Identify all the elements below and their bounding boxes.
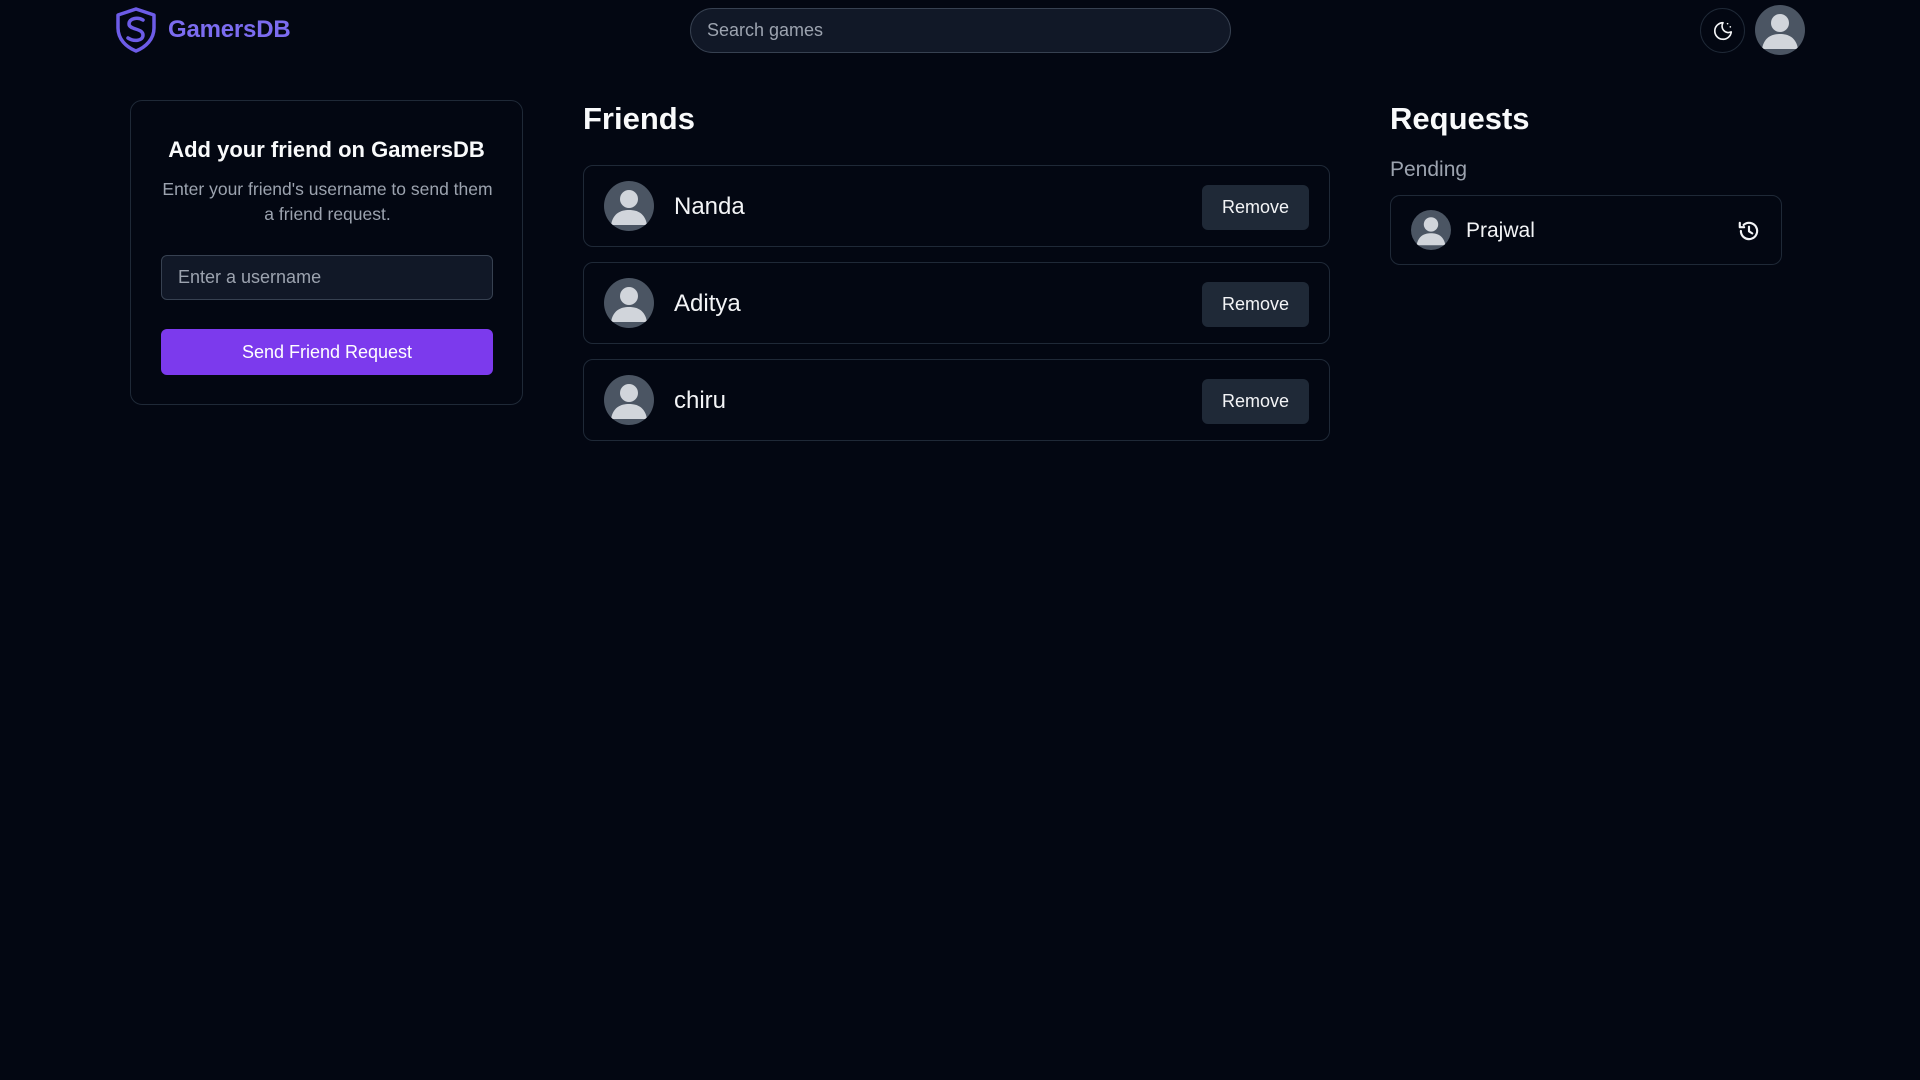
shield-icon xyxy=(116,7,156,53)
send-friend-request-button[interactable]: Send Friend Request xyxy=(161,329,493,375)
user-avatar-icon xyxy=(611,384,647,419)
add-friend-card: Add your friend on GamersDB Enter your f… xyxy=(130,100,523,405)
request-name: Prajwal xyxy=(1466,219,1535,242)
remove-friend-button[interactable]: Remove xyxy=(1202,185,1309,230)
avatar xyxy=(1411,210,1451,250)
remove-friend-button[interactable]: Remove xyxy=(1202,282,1309,327)
username-input[interactable] xyxy=(161,255,493,300)
search-input[interactable] xyxy=(690,8,1231,53)
user-avatar-icon xyxy=(611,287,647,322)
friend-name: Aditya xyxy=(674,290,741,317)
friend-row: chiru Remove xyxy=(583,359,1330,441)
user-avatar-icon xyxy=(1762,14,1798,49)
moon-icon xyxy=(1713,21,1732,40)
brand-name: GamersDB xyxy=(168,16,291,43)
top-navbar: GamersDB xyxy=(0,0,1920,60)
profile-avatar-button[interactable] xyxy=(1755,5,1805,55)
user-avatar-icon xyxy=(611,190,647,225)
add-friend-description: Enter your friend's username to send the… xyxy=(162,179,493,224)
add-friend-title: Add your friend on GamersDB xyxy=(168,137,485,162)
logo-link[interactable]: GamersDB xyxy=(112,6,291,54)
friend-name: Nanda xyxy=(674,193,745,220)
request-row: Prajwal xyxy=(1390,195,1782,265)
avatar xyxy=(604,181,654,231)
pending-label: Pending xyxy=(1390,158,1468,181)
user-avatar-icon xyxy=(1416,217,1446,246)
friend-row: Nanda Remove xyxy=(583,165,1330,247)
history-icon[interactable] xyxy=(1736,218,1762,244)
friend-row: Aditya Remove xyxy=(583,262,1330,344)
friend-name: chiru xyxy=(674,387,727,414)
theme-toggle-button[interactable] xyxy=(1700,8,1745,53)
friends-heading: Friends xyxy=(583,101,695,136)
avatar xyxy=(604,278,654,328)
avatar xyxy=(604,375,654,425)
requests-heading: Requests xyxy=(1390,101,1530,136)
remove-friend-button[interactable]: Remove xyxy=(1202,379,1309,424)
